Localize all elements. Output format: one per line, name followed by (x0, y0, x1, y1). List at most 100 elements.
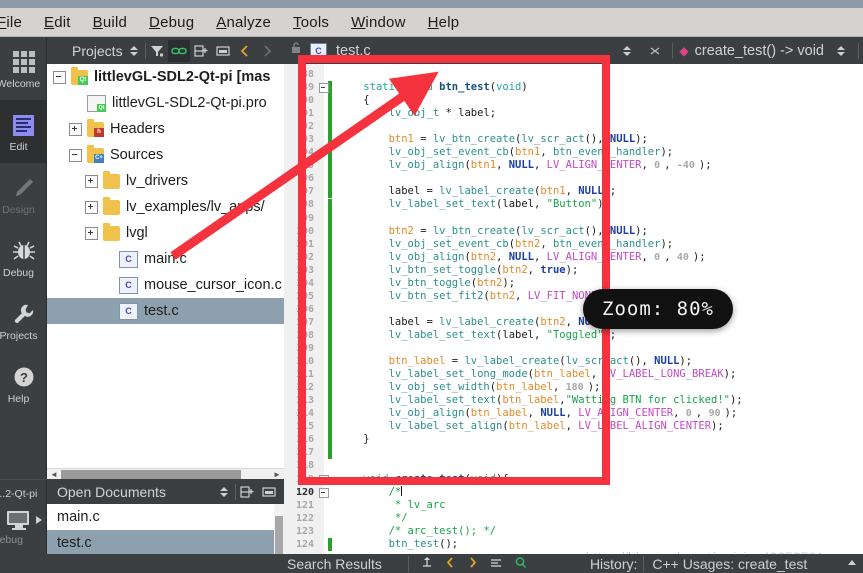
sort-selector-icon[interactable] (830, 40, 852, 62)
next-result-icon[interactable] (467, 556, 478, 572)
code-editor[interactable]: 88 89 static void btn_test(void) 90 {91 lv… (284, 64, 863, 554)
code-line-100[interactable]: 100 btn2 = lv_btn_create(lv_scr_act(), N… (284, 225, 863, 238)
tree-item-main-c[interactable]: Cmain.c (47, 246, 284, 272)
code-line-98[interactable]: 98 lv_label_set_text(label, "Button"); (284, 198, 863, 212)
sort-selector-icon[interactable] (616, 40, 638, 62)
open-document-test-c[interactable]: test.c (47, 530, 284, 556)
code-line-123[interactable]: 123 /* arc_test(); */ (284, 525, 863, 538)
code-line-117[interactable]: 117 (284, 446, 863, 460)
code-line-121[interactable]: 121 * lv_arc (284, 499, 863, 512)
split-icon[interactable] (190, 40, 212, 62)
expand-toggle-icon[interactable] (85, 200, 98, 214)
code-lines[interactable]: 88 89 static void btn_test(void) 90 {91 lv… (284, 64, 863, 554)
open-document-main-c[interactable]: main.c (47, 504, 284, 530)
code-line-107[interactable]: 107 label = lv_label_create(btn2, NULL); (284, 316, 863, 329)
code-line-122[interactable]: 122 */ (284, 512, 863, 525)
mode-button-help[interactable]: ? Help (0, 352, 47, 415)
minimize-icon[interactable] (258, 481, 280, 503)
code-line-110[interactable]: 110 btn_label = lv_label_create(lv_scr_a… (284, 355, 863, 369)
fold-toggle-icon[interactable] (318, 486, 329, 499)
sort-tree-icon[interactable] (420, 556, 434, 572)
code-line-112[interactable]: 112 lv_obj_set_width(btn_label, 180); (284, 381, 863, 395)
menu-tools[interactable]: Tools (282, 12, 340, 33)
fold-toggle-icon[interactable] (318, 473, 329, 486)
mode-button-edit[interactable]: Edit (0, 100, 47, 163)
project-tree[interactable]: Qt littlevGL-SDL2-Qt-pi [mas Qt littlevGL-S… (47, 64, 284, 477)
mode-button-projects[interactable]: Projects (0, 289, 47, 352)
mode-button-welcome[interactable]: Welcome (0, 37, 47, 100)
play-arrow-icon[interactable] (34, 514, 44, 526)
tree-item-littlevgl-sdl2-qt-pi-mas[interactable]: Qt littlevGL-SDL2-Qt-pi [mas (47, 64, 284, 90)
tree-item-sources[interactable]: C+ Sources (47, 142, 284, 168)
editor-filename[interactable]: test.c (336, 43, 371, 59)
code-line-95[interactable]: 95 lv_obj_align(btn1, NULL, LV_ALIGN_CEN… (284, 159, 863, 173)
tree-item-lvgl[interactable]: lvgl (47, 220, 284, 246)
code-line-96[interactable]: 96 (284, 172, 863, 186)
menu-build[interactable]: Build (82, 12, 138, 33)
search-icon[interactable] (514, 556, 527, 572)
code-line-89[interactable]: 89 static void btn_test(void) (284, 81, 863, 95)
split-icon[interactable] (236, 481, 258, 503)
code-line-116[interactable]: 116 } (284, 433, 863, 447)
code-line-109[interactable]: 109 (284, 342, 863, 356)
close-icon[interactable] (644, 40, 666, 62)
code-line-92[interactable]: 92 (284, 120, 863, 134)
history-usage-entry[interactable]: C++ Usages: create_test (652, 556, 807, 572)
link-icon[interactable] (167, 39, 190, 62)
sort-selector-icon[interactable] (123, 40, 145, 62)
expand-toggle-icon[interactable] (85, 226, 98, 240)
tree-item-headers[interactable]: h Headers (47, 116, 284, 142)
collapse-toggle-icon[interactable] (69, 148, 82, 162)
code-line-94[interactable]: 94 lv_obj_set_event_cb(btn1, btn_event_h… (284, 146, 863, 160)
tree-item-lv-drivers[interactable]: lv_drivers (47, 168, 284, 194)
menu-debug[interactable]: Debug (138, 12, 205, 33)
code-line-102[interactable]: 102 lv_obj_align(btn2, NULL, LV_ALIGN_CE… (284, 251, 863, 264)
expand-toggle-icon[interactable] (85, 174, 98, 188)
scroll-thumb[interactable] (275, 516, 283, 556)
code-line-106[interactable]: 106 (284, 302, 863, 316)
code-line-93[interactable]: 93 btn1 = lv_btn_create(lv_scr_act(), NU… (284, 133, 863, 147)
mode-button-design[interactable]: Design (0, 163, 47, 226)
back-arrow-icon[interactable] (234, 40, 256, 62)
fold-toggle-icon[interactable] (318, 81, 329, 94)
minimize-icon[interactable] (212, 40, 234, 62)
code-line-119[interactable]: 119 void create_test(void){ (284, 473, 863, 486)
code-line-103[interactable]: 103 lv_btn_set_toggle(btn2, true); (284, 264, 863, 277)
sort-selector-icon[interactable] (213, 481, 235, 503)
list-icon[interactable] (489, 556, 503, 572)
code-line-115[interactable]: 115 lv_label_set_align(btn_label, LV_LAB… (284, 420, 863, 434)
menu-analyze[interactable]: Analyze (205, 12, 282, 33)
menu-help[interactable]: Help (417, 12, 471, 33)
code-line-90[interactable]: 90 { (284, 94, 863, 108)
menu-window[interactable]: Window (340, 12, 417, 33)
scroll-thumb[interactable] (61, 470, 241, 479)
code-line-91[interactable]: 91 lv_obj_t * label; (284, 107, 863, 121)
tree-item-test-c[interactable]: Ctest.c (47, 298, 284, 324)
previous-result-icon[interactable] (445, 556, 456, 572)
code-line-118[interactable]: 118 (284, 460, 863, 473)
editor-symbol-selector[interactable]: create_test() -> void (695, 43, 824, 59)
code-line-104[interactable]: 104 lv_btn_toggle(btn2); (284, 277, 863, 290)
run-target-row[interactable] (4, 508, 47, 532)
filter-icon[interactable] (146, 40, 168, 62)
mode-button-debug[interactable]: Debug (0, 226, 47, 289)
code-line-113[interactable]: 113 lv_label_set_text(btn_label,"Watting… (284, 394, 863, 408)
lock-icon[interactable] (290, 41, 302, 60)
code-line-120[interactable]: 120 /* (284, 485, 863, 499)
history-dropdown-icon[interactable] (847, 556, 857, 572)
code-line-111[interactable]: 111 lv_label_set_long_mode(btn_label, LV… (284, 368, 863, 382)
code-line-105[interactable]: 105 lv_btn_set_fit2(btn2, LV_FIT_NONE, L… (284, 290, 863, 303)
scroll-left-arrow[interactable]: ◄ (48, 470, 60, 479)
code-line-97[interactable]: 97 label = lv_label_create(btn1, NULL); (284, 185, 863, 199)
scroll-right-arrow[interactable]: ► (271, 470, 283, 479)
code-line-101[interactable]: 101 lv_obj_set_event_cb(btn2, btn_event_… (284, 238, 863, 251)
menu-file[interactable]: File (0, 12, 33, 33)
expand-toggle-icon[interactable] (69, 122, 82, 136)
menu-edit[interactable]: Edit (33, 12, 82, 33)
code-line-114[interactable]: 114 lv_obj_align(btn_label, NULL, LV_ALI… (284, 407, 863, 421)
tree-item-lv-examples-lv-apps-[interactable]: lv_examples/lv_apps/ (47, 194, 284, 220)
search-results-tab[interactable]: Search Results (287, 556, 382, 572)
tree-item-littlevgl-sdl2-qt-pi-pro[interactable]: Qt littlevGL-SDL2-Qt-pi.pro (47, 90, 284, 116)
code-line-108[interactable]: 108 lv_label_set_text(label, "Toggled"); (284, 329, 863, 342)
collapse-toggle-icon[interactable] (53, 70, 66, 84)
